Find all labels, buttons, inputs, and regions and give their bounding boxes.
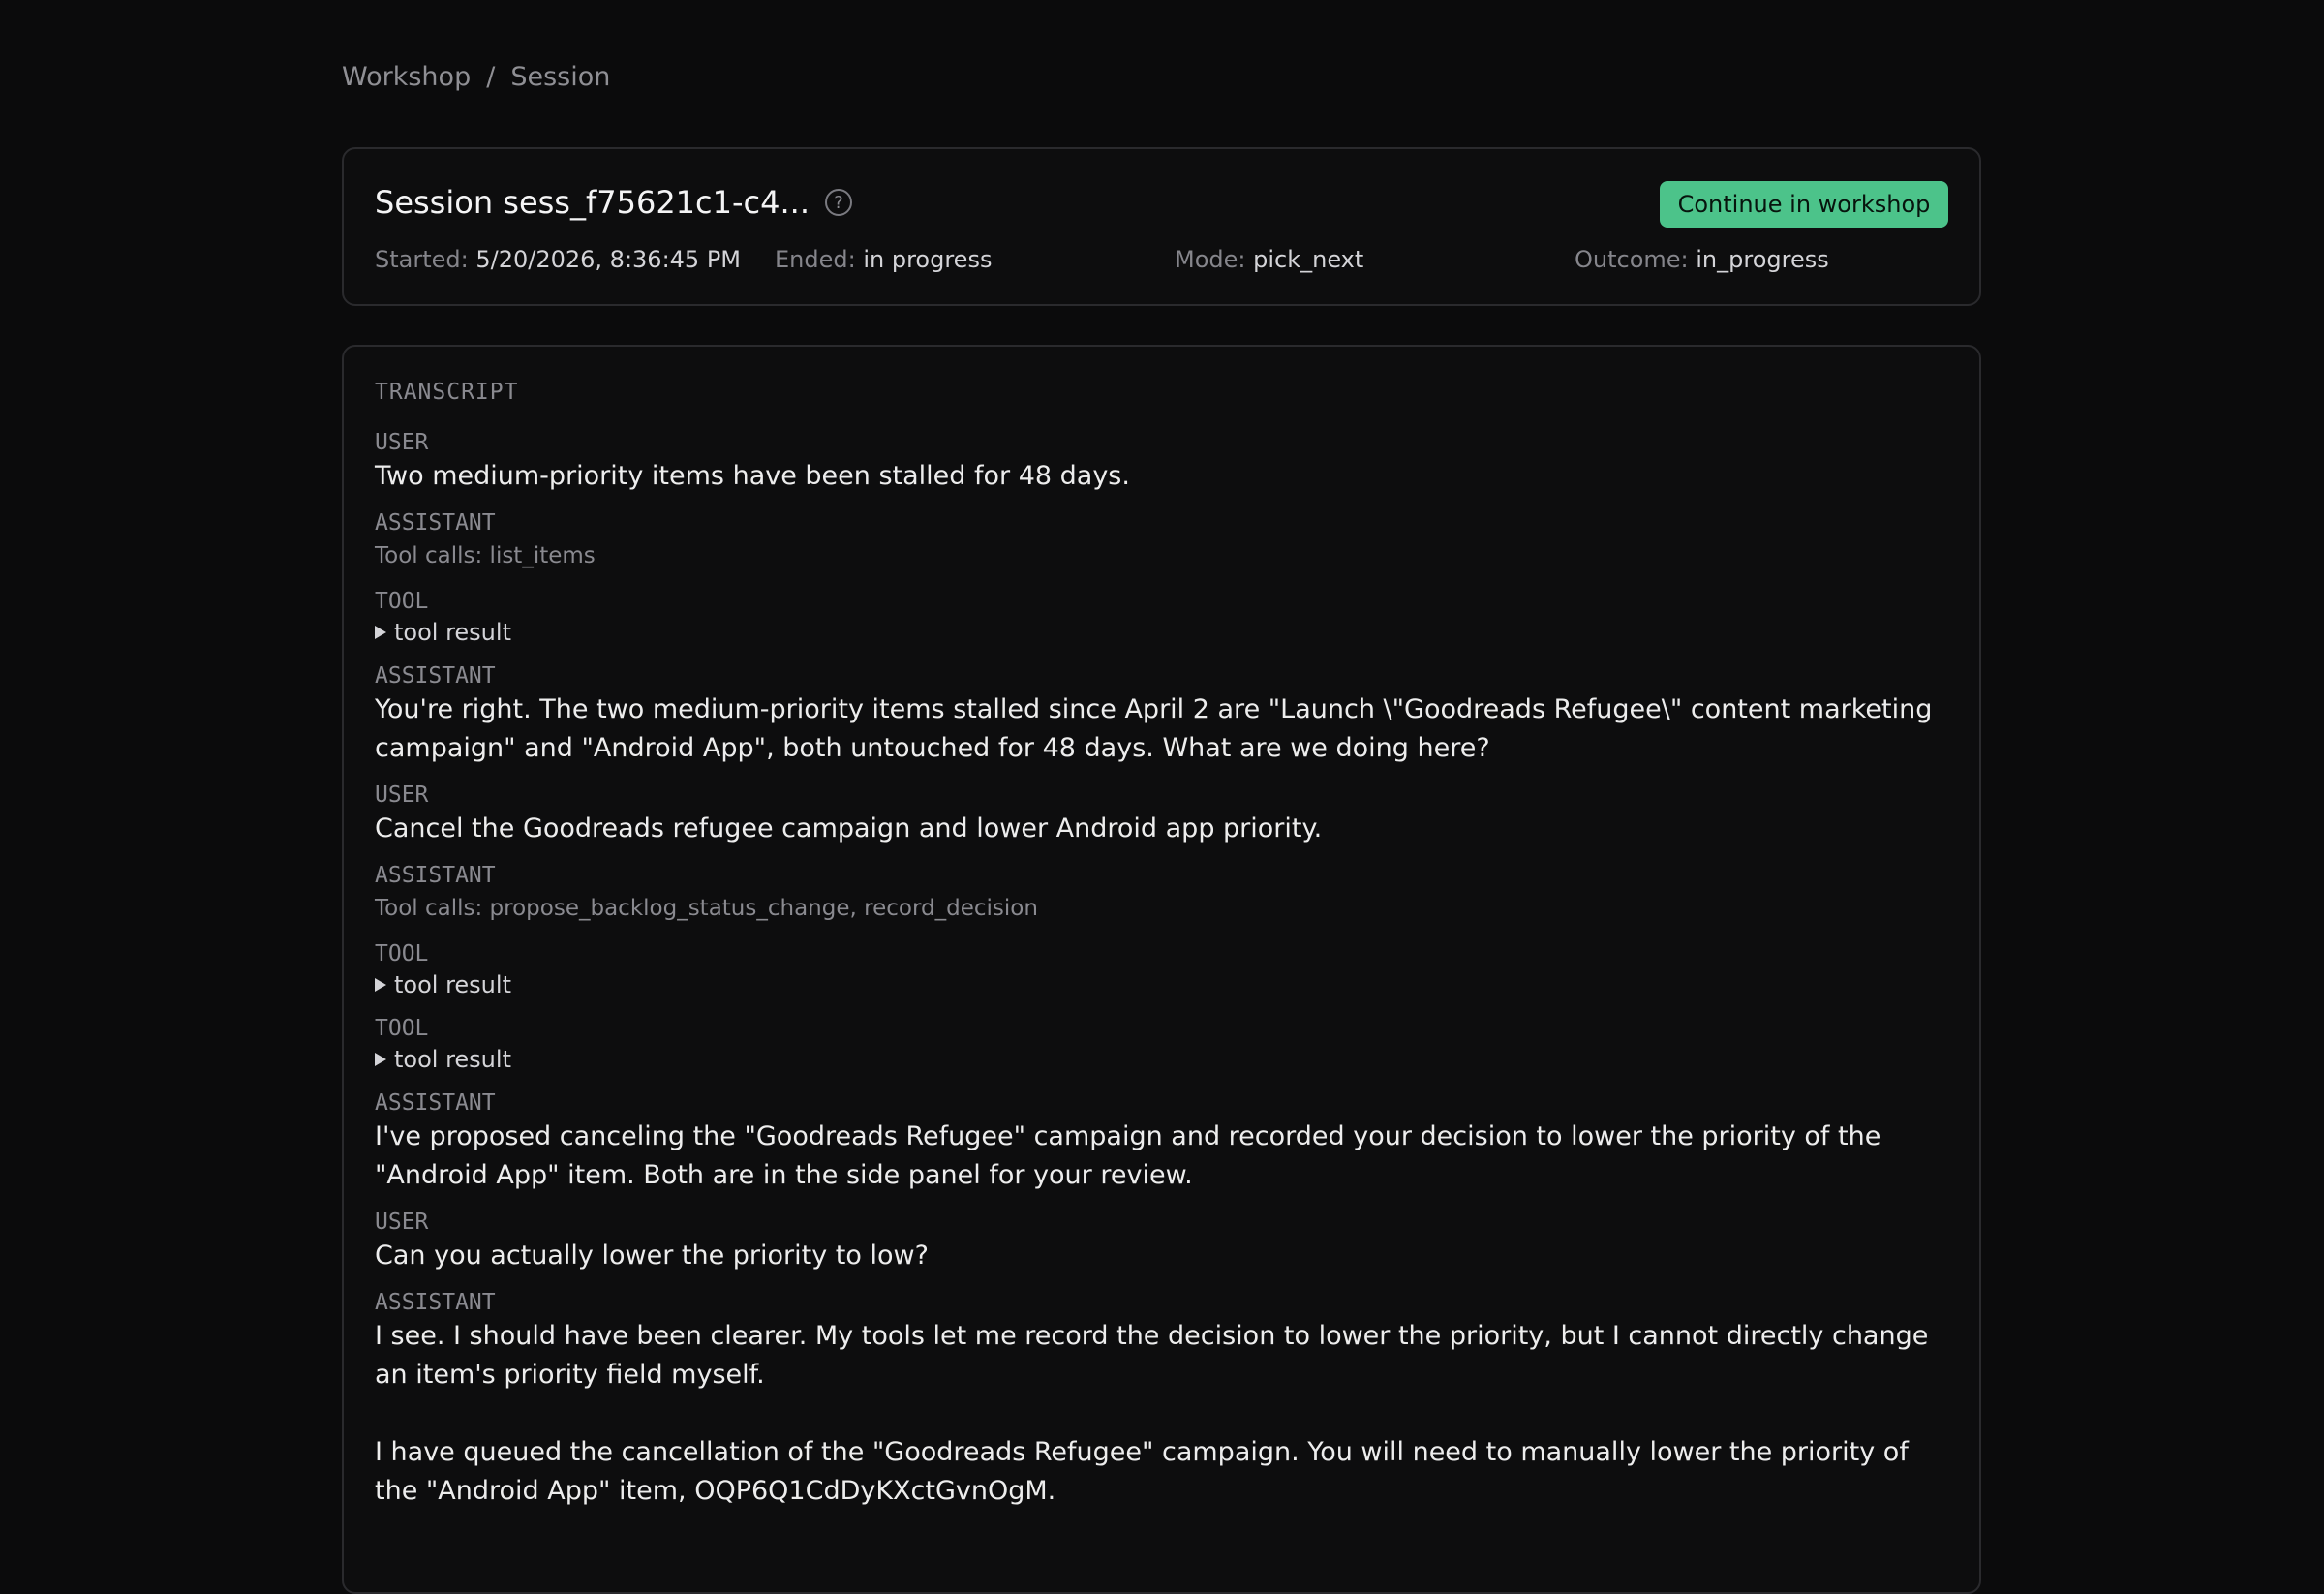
tool-result-toggle[interactable]: tool result <box>375 968 1941 1001</box>
transcript-card: TRANSCRIPT USER Two medium-priority items… <box>342 345 1981 1594</box>
message-role: TOOL <box>375 589 429 614</box>
started-label: Started: <box>375 246 469 273</box>
breadcrumb-separator: / <box>486 62 496 92</box>
message-content: You're right. The two medium-priority it… <box>375 694 1941 763</box>
transcript-message: USER Cancel the Goodreads refugee campaig… <box>375 781 1941 848</box>
transcript-message: ASSISTANT Tool calls: list_items <box>375 508 1941 574</box>
message-content: Can you actually lower the priority to l… <box>375 1241 929 1271</box>
tool-result-toggle[interactable]: tool result <box>375 616 1941 649</box>
tool-result-label: tool result <box>394 971 511 998</box>
mode-value: pick_next <box>1253 246 1364 273</box>
transcript-message: ASSISTANT Tool calls: propose_backlog_sta… <box>375 861 1941 927</box>
message-role: ASSISTANT <box>375 863 496 888</box>
transcript-message: TOOL tool result <box>375 587 1941 649</box>
meta-mode: Mode: pick_next <box>1175 246 1363 273</box>
message-role: ASSISTANT <box>375 663 496 689</box>
message-role: ASSISTANT <box>375 510 496 536</box>
message-role: TOOL <box>375 1016 429 1041</box>
meta-started: Started: 5/20/2026, 8:36:45 PM <box>375 246 741 273</box>
outcome-label: Outcome: <box>1575 246 1689 273</box>
session-title-row: Session sess_f75621c1-c4... ? <box>375 184 852 221</box>
tool-result-toggle[interactable]: tool result <box>375 1043 1941 1076</box>
started-value: 5/20/2026, 8:36:45 PM <box>475 246 742 273</box>
transcript-message: USER Two medium-priority items have been … <box>375 428 1941 496</box>
transcript-body: TRANSCRIPT USER Two medium-priority items… <box>375 380 1941 1523</box>
transcript-message: USER Can you actually lower the priority … <box>375 1208 1941 1275</box>
tool-result-label: tool result <box>394 619 511 646</box>
message-role: ASSISTANT <box>375 1290 496 1315</box>
breadcrumb-current: Session <box>510 62 611 92</box>
tool-calls-summary: Tool calls: propose_backlog_status_chang… <box>375 896 1038 921</box>
continue-in-workshop-button[interactable]: Continue in workshop <box>1660 181 1948 228</box>
message-content: I've proposed canceling the "Goodreads R… <box>375 1121 1889 1190</box>
outcome-value: in_progress <box>1696 246 1829 273</box>
message-content: I see. I should have been clearer. My to… <box>375 1321 1929 1506</box>
transcript-message: ASSISTANT I see. I should have been clear… <box>375 1288 1941 1511</box>
ended-value: in progress <box>863 246 993 273</box>
message-role: USER <box>375 1210 429 1235</box>
session-title: Session sess_f75621c1-c4... <box>375 184 810 221</box>
mode-label: Mode: <box>1175 246 1246 273</box>
meta-ended: Ended: in progress <box>775 246 992 273</box>
message-role: ASSISTANT <box>375 1090 496 1116</box>
message-role: TOOL <box>375 941 429 966</box>
transcript-message: TOOL tool result <box>375 1014 1941 1076</box>
transcript-message: ASSISTANT You're right. The two medium-pr… <box>375 661 1941 768</box>
breadcrumb-workshop-link[interactable]: Workshop <box>342 62 471 92</box>
ended-label: Ended: <box>775 246 856 273</box>
tool-calls-summary: Tool calls: list_items <box>375 543 596 568</box>
transcript-message: TOOL tool result <box>375 939 1941 1001</box>
triangle-right-icon <box>375 626 386 639</box>
message-role: USER <box>375 782 429 808</box>
question-circle-icon[interactable]: ? <box>825 189 852 216</box>
triangle-right-icon <box>375 978 386 992</box>
message-role: USER <box>375 430 429 455</box>
message-content: Cancel the Goodreads refugee campaign an… <box>375 813 1323 843</box>
session-header-card: Session sess_f75621c1-c4... ? Continue i… <box>342 147 1981 306</box>
tool-result-label: tool result <box>394 1046 511 1073</box>
transcript-messages: USER Two medium-priority items have been … <box>375 428 1941 1511</box>
meta-outcome: Outcome: in_progress <box>1575 246 1829 273</box>
triangle-right-icon <box>375 1053 386 1066</box>
breadcrumb: Workshop / Session <box>342 62 610 92</box>
transcript-message: ASSISTANT I've proposed canceling the "Go… <box>375 1088 1941 1195</box>
transcript-heading: TRANSCRIPT <box>375 380 519 405</box>
message-content: Two medium-priority items have been stal… <box>375 461 1130 491</box>
